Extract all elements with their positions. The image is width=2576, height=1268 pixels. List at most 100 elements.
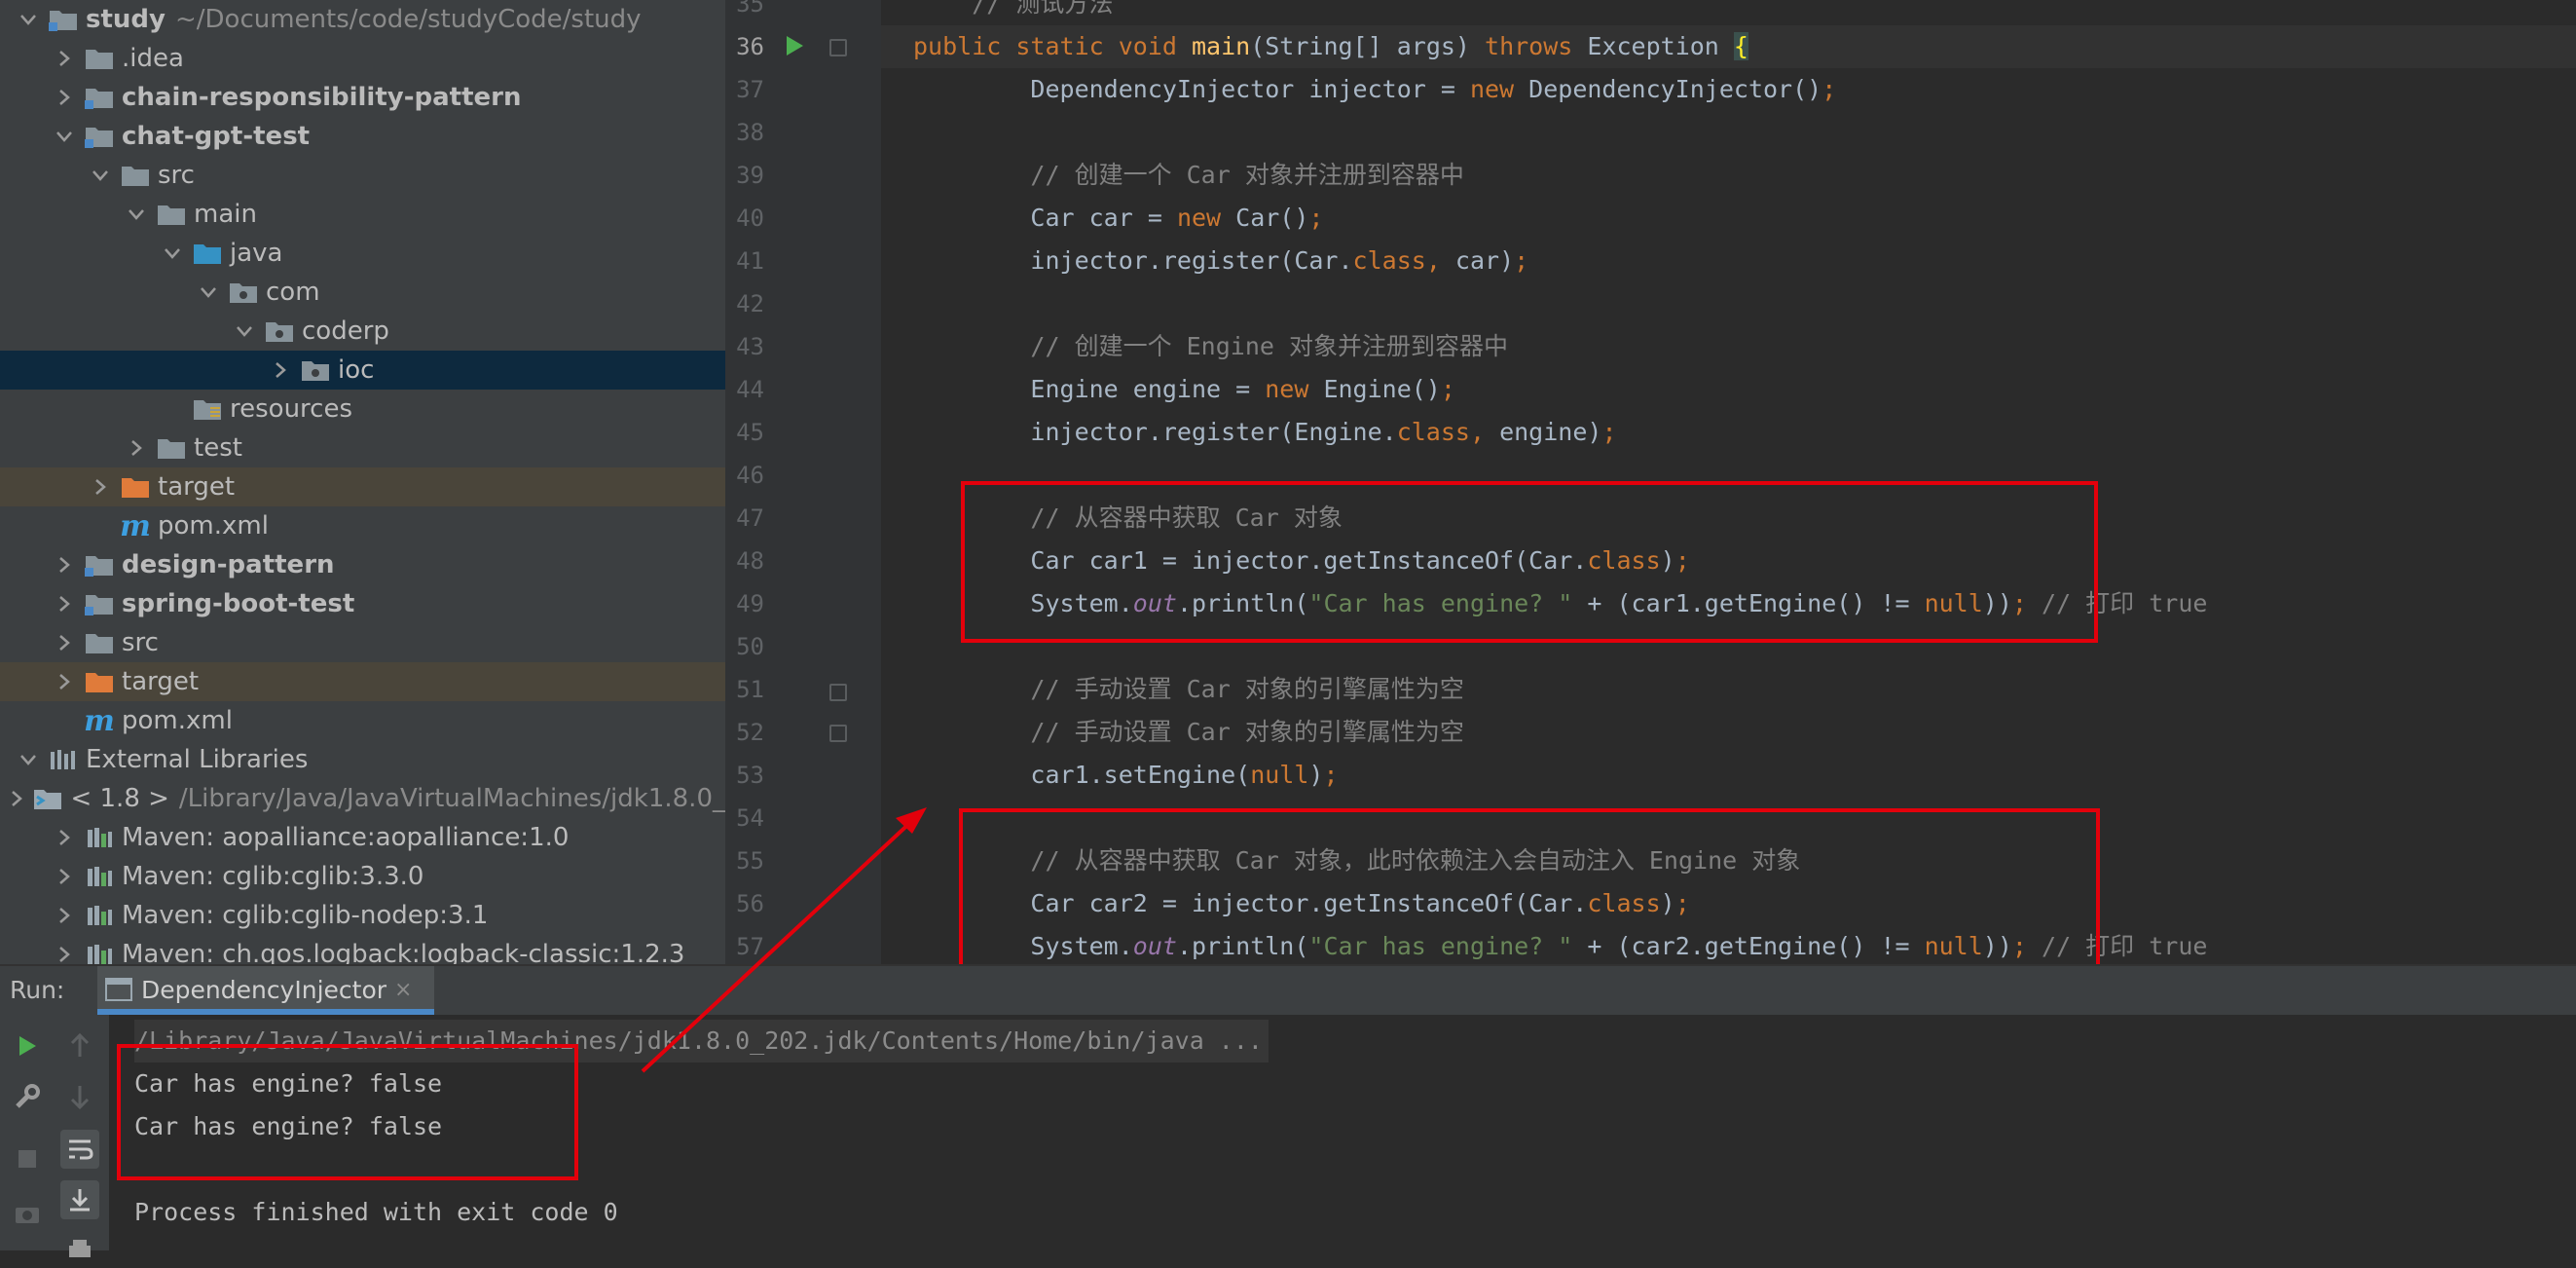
- code-token: new: [1469, 75, 1529, 103]
- chevron-right-icon[interactable]: [270, 361, 291, 379]
- tree-item-target[interactable]: target: [0, 662, 725, 701]
- libraries-icon: [49, 748, 78, 771]
- tree-item-target[interactable]: target: [0, 467, 725, 506]
- rerun-icon[interactable]: [8, 1026, 47, 1065]
- wrench-icon[interactable]: [8, 1077, 47, 1116]
- line-number: 46: [736, 462, 764, 489]
- run-gutter-icon[interactable]: [784, 35, 805, 60]
- chevron-down-icon[interactable]: [54, 130, 75, 143]
- line-number: 56: [736, 890, 764, 917]
- annotation-box-println-car1: [961, 481, 2098, 643]
- code-token: car): [1454, 246, 1515, 275]
- chevron-right-icon[interactable]: [54, 595, 75, 613]
- tree-item-label: study: [86, 5, 166, 34]
- chevron-down-icon[interactable]: [126, 207, 147, 221]
- line-number: 36: [736, 33, 764, 60]
- code-token: engine): [1499, 418, 1602, 446]
- code-token: ;: [1308, 204, 1324, 232]
- run-toolbar: Run: DependencyInjector ×: [0, 964, 2576, 1015]
- chevron-right-icon[interactable]: [54, 556, 75, 574]
- chevron-right-icon[interactable]: [54, 907, 75, 924]
- tree-item-external-libraries[interactable]: External Libraries: [0, 740, 725, 779]
- tree-item-java[interactable]: java: [0, 234, 725, 273]
- run-side-toolbar: [0, 1015, 109, 1257]
- chevron-down-icon[interactable]: [18, 13, 39, 26]
- tree-item-label: chain-responsibility-pattern: [122, 83, 522, 112]
- chevron-down-icon[interactable]: [234, 324, 255, 338]
- tree-item-label: spring-boot-test: [122, 589, 355, 618]
- tree-item-main[interactable]: main: [0, 195, 725, 234]
- tree-item-label: < 1.8 >: [70, 784, 169, 813]
- chevron-right-icon[interactable]: [126, 439, 147, 457]
- arrow-down-icon[interactable]: [60, 1077, 99, 1116]
- code-token: (String[] args): [1250, 32, 1486, 60]
- soft-wrap-icon[interactable]: [60, 1130, 99, 1169]
- tree-item-src[interactable]: src: [0, 623, 725, 662]
- arrow-up-icon[interactable]: [60, 1026, 99, 1065]
- jdk-icon: [33, 787, 62, 810]
- library-icon: [85, 943, 114, 964]
- fold-marker-icon[interactable]: [829, 684, 847, 701]
- editor-gutter: 35 36 37 38 39 40 41 42 43 44 45 46 47 48 49 50 51 52 53 54…: [725, 0, 881, 964]
- code-token: ;: [1440, 375, 1455, 403]
- chevron-right-icon[interactable]: [54, 673, 75, 690]
- code-token: Engine engine =: [913, 375, 1266, 403]
- tree-item-resources[interactable]: resources: [0, 390, 725, 429]
- chevron-right-icon[interactable]: [54, 868, 75, 885]
- maven-file-icon: m: [120, 508, 151, 543]
- tree-item-coderp[interactable]: coderp: [0, 312, 725, 351]
- fold-marker-icon[interactable]: [829, 725, 847, 742]
- chevron-right-icon[interactable]: [90, 478, 111, 496]
- tree-item-spring-boot-test[interactable]: spring-boot-test: [0, 584, 725, 623]
- tree-item-label: src: [158, 161, 195, 190]
- code-editor[interactable]: 35 36 37 38 39 40 41 42 43 44 45 46 47 48 49 50 51 52 53 54…: [725, 0, 2576, 964]
- chevron-down-icon[interactable]: [198, 285, 219, 299]
- chevron-down-icon[interactable]: [18, 753, 39, 766]
- line-number: 53: [736, 762, 764, 789]
- tree-item-pom-xml[interactable]: m pom.xml: [0, 506, 725, 545]
- stop-icon[interactable]: [8, 1139, 47, 1178]
- tree-item-idea[interactable]: .idea: [0, 39, 725, 78]
- chevron-down-icon[interactable]: [90, 168, 111, 182]
- tree-item-ioc[interactable]: ioc: [0, 351, 725, 390]
- run-tab-dependencyinjector[interactable]: DependencyInjector ×: [97, 966, 434, 1015]
- tree-item-chat-gpt-test[interactable]: chat-gpt-test: [0, 117, 725, 156]
- tree-item-study[interactable]: study ~/Documents/code/studyCode/study: [0, 0, 725, 39]
- tree-item-1-8[interactable]: < 1.8 > /Library/Java/JavaVirtualMachines…: [0, 779, 725, 818]
- console-tab-icon: [105, 978, 132, 1007]
- line-number: 38: [736, 119, 764, 146]
- tree-item-test[interactable]: test: [0, 429, 725, 467]
- tree-item-maven-cglib-cglib-nodep-3-1[interactable]: Maven: cglib:cglib-nodep:3.1: [0, 896, 725, 935]
- tree-item-maven-aopalliance-aopalliance-1-0[interactable]: Maven: aopalliance:aopalliance:1.0: [0, 818, 725, 857]
- run-label: Run:: [10, 976, 65, 1004]
- code-line: // 创建一个 Engine 对象并注册到容器中: [913, 325, 1508, 368]
- tree-item-maven-ch-qos-logback-logback-classic-1-2-3[interactable]: Maven: ch.qos.logback:logback-classic:1.…: [0, 935, 725, 964]
- tree-item-design-pattern[interactable]: design-pattern: [0, 545, 725, 584]
- chevron-down-icon[interactable]: [162, 246, 183, 260]
- chevron-right-icon[interactable]: [54, 634, 75, 652]
- camera-icon[interactable]: [8, 1194, 47, 1233]
- code-token: null: [1250, 761, 1309, 789]
- close-icon[interactable]: ×: [394, 966, 412, 1015]
- tree-item-label: Maven: aopalliance:aopalliance:1.0: [122, 823, 570, 852]
- tree-item-path: ~/Documents/code/studyCode/study: [174, 5, 642, 34]
- chevron-right-icon[interactable]: [54, 89, 75, 106]
- fold-marker-icon[interactable]: [829, 39, 847, 56]
- chevron-right-icon[interactable]: [54, 50, 75, 67]
- code-token: DependencyInjector injector =: [913, 75, 1470, 103]
- print-icon[interactable]: [60, 1229, 99, 1268]
- tree-item-src[interactable]: src: [0, 156, 725, 195]
- code-token: new: [1176, 204, 1236, 232]
- chevron-right-icon[interactable]: [10, 790, 23, 807]
- tree-item-maven-cglib-cglib-3-3-0[interactable]: Maven: cglib:cglib:3.3.0: [0, 857, 725, 896]
- line-number: 37: [736, 76, 764, 103]
- chevron-right-icon[interactable]: [54, 829, 75, 846]
- tree-item-chain-responsibility-pattern[interactable]: chain-responsibility-pattern: [0, 78, 725, 117]
- code-token: ;: [1601, 418, 1617, 446]
- code-token: injector.register(Engine.: [913, 418, 1397, 446]
- chevron-right-icon[interactable]: [54, 946, 75, 963]
- scroll-to-end-icon[interactable]: [60, 1180, 99, 1219]
- tree-item-label: resources: [230, 394, 353, 424]
- tree-item-pom-xml[interactable]: m pom.xml: [0, 701, 725, 740]
- tree-item-com[interactable]: com: [0, 273, 725, 312]
